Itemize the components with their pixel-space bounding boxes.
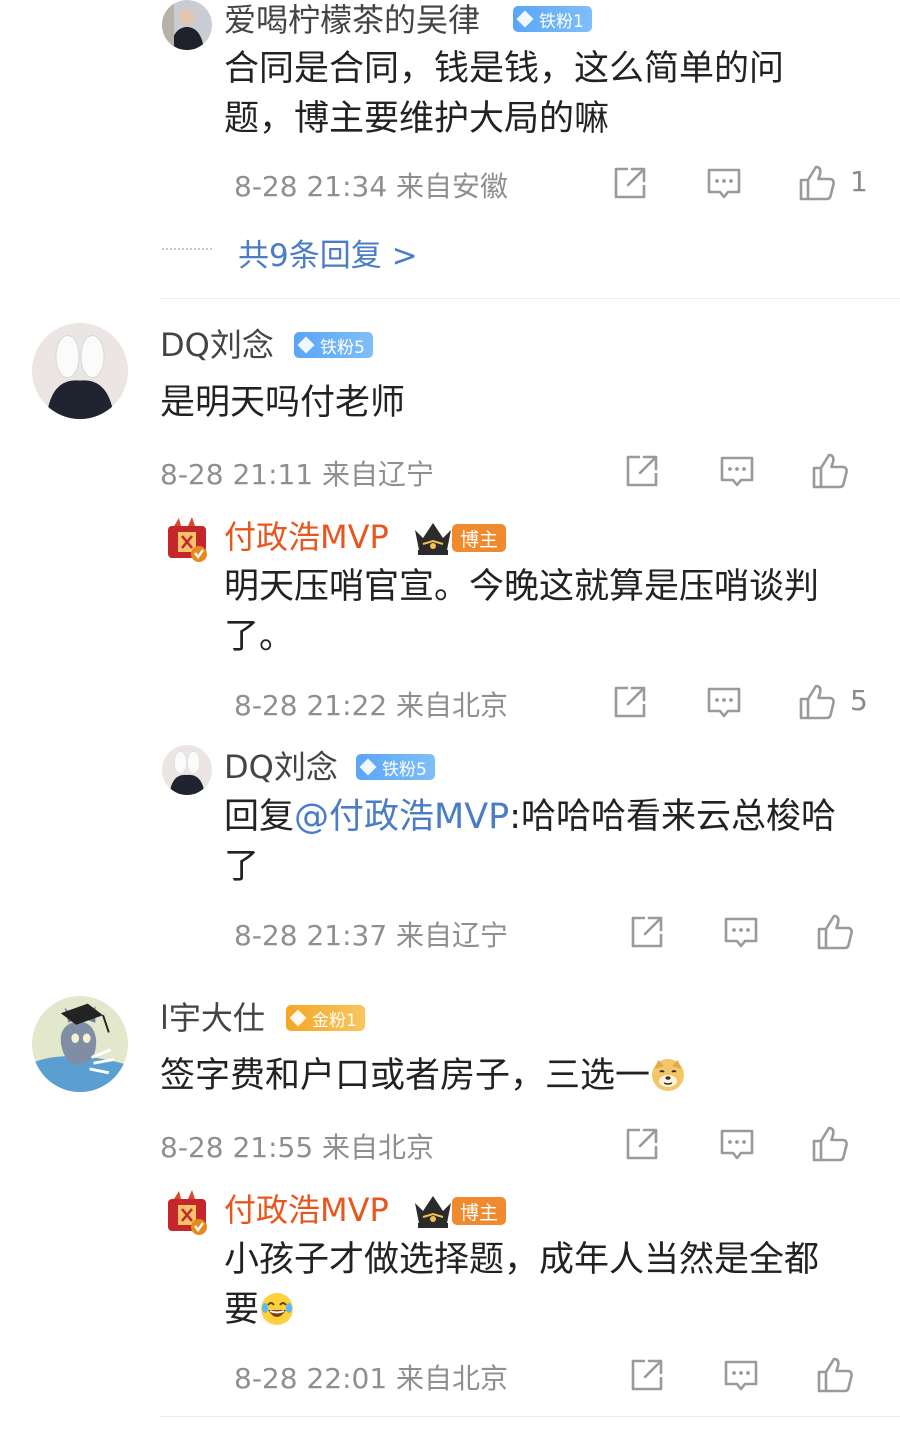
comment-icon[interactable] — [704, 163, 744, 203]
comment-icon[interactable] — [704, 682, 744, 722]
like-icon[interactable] — [797, 682, 837, 722]
comment-body: 签字费和户口或者房子，三选一 — [160, 1056, 651, 1096]
crown-icon — [412, 519, 454, 557]
dots-icon — [162, 248, 212, 250]
reply-prefix: 回复 — [224, 797, 295, 837]
like-icon[interactable] — [810, 451, 850, 491]
timestamp-location: 8-28 21:55 来自北京 — [160, 1131, 435, 1164]
share-icon[interactable] — [622, 451, 662, 491]
reply-text: 回复@付政浩MVP:哈哈哈看来云总梭哈了 — [224, 792, 844, 892]
share-icon[interactable] — [627, 1355, 667, 1395]
doge-emoji — [650, 1057, 686, 1093]
like-icon[interactable] — [797, 163, 837, 203]
comment-icon[interactable] — [721, 912, 761, 952]
divider — [160, 298, 900, 299]
share-icon[interactable] — [610, 682, 650, 722]
diamond-icon — [516, 10, 534, 28]
reply-text: 小孩子才做选择题，成年人当然是全都要 — [224, 1235, 844, 1335]
comment-icon[interactable] — [721, 1355, 761, 1395]
laughing-emoji — [259, 1291, 295, 1327]
fan-badge: 铁粉5 — [294, 332, 373, 358]
username[interactable]: 爱喝柠檬茶的吴律 — [224, 0, 480, 40]
blogger-badge: 博主 — [452, 524, 507, 552]
reply-text: 明天压哨官宣。今晚这就算是压哨谈判了。 — [224, 567, 820, 657]
user-avatar[interactable] — [162, 745, 212, 795]
timestamp-location: 8-28 21:11 来自辽宁 — [160, 458, 435, 491]
diamond-icon — [289, 1009, 307, 1027]
like-count: 1 — [850, 165, 868, 198]
username[interactable]: DQ刘念 — [160, 324, 274, 366]
timestamp-location: 8-28 21:37 来自辽宁 — [234, 919, 509, 952]
comment-icon[interactable] — [717, 1124, 757, 1164]
username[interactable]: DQ刘念 — [224, 746, 338, 788]
blogger-badge: 博主 — [452, 1197, 507, 1225]
like-count: 5 — [850, 684, 868, 717]
share-icon[interactable] — [610, 163, 650, 203]
view-replies-link[interactable]: 共9条回复 > — [238, 230, 418, 275]
divider — [160, 1416, 900, 1417]
reply-body: 小孩子才做选择题，成年人当然是全都要 — [224, 1240, 820, 1330]
reply-text: 合同是合同，钱是钱，这么简单的问题，博主要维护大局的嘛 — [224, 49, 785, 139]
blogger-avatar[interactable] — [162, 516, 212, 566]
share-icon[interactable] — [622, 1124, 662, 1164]
user-avatar[interactable] — [32, 323, 128, 419]
username[interactable]: l宇大仕 — [160, 997, 265, 1039]
blogger-username[interactable]: 付政浩MVP — [224, 1189, 389, 1231]
mention-link[interactable]: @付政浩MVP — [294, 797, 509, 837]
like-icon[interactable] — [815, 1355, 855, 1395]
fan-badge: 铁粉1 — [513, 6, 592, 32]
blogger-avatar[interactable] — [162, 1189, 212, 1239]
like-icon[interactable] — [810, 1124, 850, 1164]
fan-badge: 铁粉5 — [356, 754, 435, 780]
user-avatar[interactable] — [32, 996, 128, 1092]
fan-badge: 金粉1 — [286, 1005, 365, 1031]
like-icon[interactable] — [815, 912, 855, 952]
blogger-username[interactable]: 付政浩MVP — [224, 516, 389, 558]
comment-text: 签字费和户口或者房子，三选一 — [160, 1051, 686, 1101]
diamond-icon — [359, 758, 377, 776]
share-icon[interactable] — [627, 912, 667, 952]
timestamp-location: 8-28 21:22 来自北京 — [234, 689, 509, 722]
comment-icon[interactable] — [717, 451, 757, 491]
diamond-icon — [297, 336, 315, 354]
timestamp-location: 8-28 22:01 来自北京 — [234, 1362, 509, 1395]
comment-text: 是明天吗付老师 — [160, 383, 406, 423]
user-avatar[interactable] — [162, 0, 212, 50]
crown-icon — [412, 1192, 454, 1230]
timestamp-location: 8-28 21:34 来自安徽 — [234, 170, 509, 203]
